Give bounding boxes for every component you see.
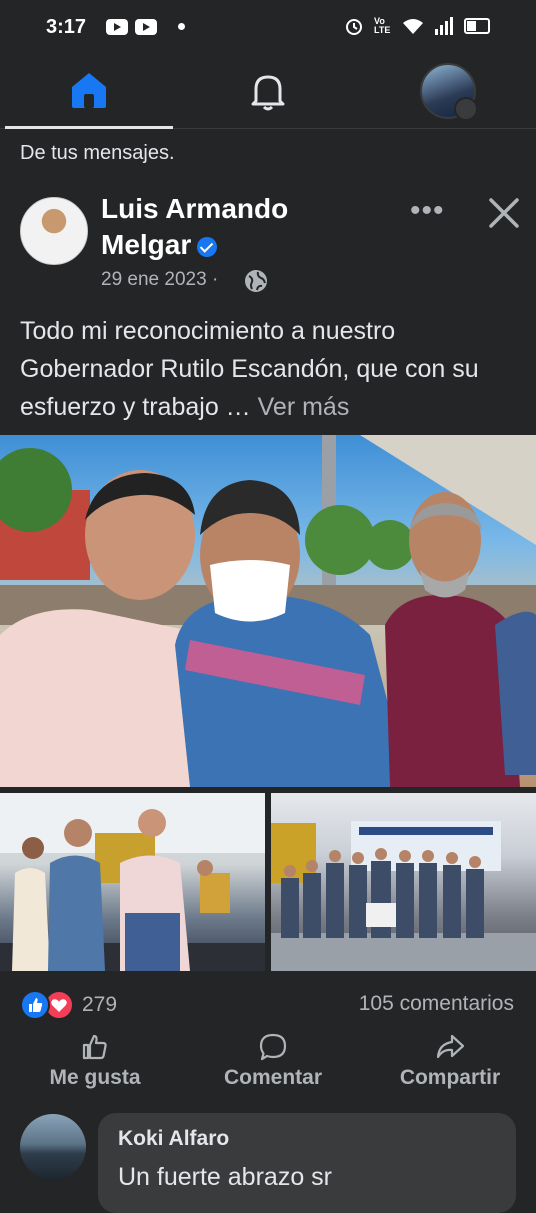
- post-date[interactable]: 29 ene 2023 ·: [101, 269, 218, 291]
- share-button[interactable]: Compartir: [380, 1030, 520, 1100]
- reaction-count: 279: [82, 993, 118, 1016]
- bell-icon: [251, 75, 285, 111]
- tab-home[interactable]: [5, 56, 173, 129]
- status-bar: 3:17 Vo LTE: [0, 0, 536, 56]
- share-arrow-icon: [436, 1034, 465, 1059]
- like-button[interactable]: Me gusta: [20, 1030, 170, 1100]
- home-icon: [72, 73, 106, 108]
- date-separator: ·: [211, 269, 219, 290]
- photo-illustration: [0, 793, 265, 971]
- post-body: Todo mi reconocimiento a nuestro Goberna…: [20, 317, 479, 421]
- post-date-text: 29 ene 2023: [101, 269, 207, 290]
- status-time: 3:17: [46, 16, 87, 38]
- share-label: Compartir: [399, 1066, 501, 1089]
- photo-illustration: [0, 435, 536, 787]
- cell-signal-icon: [435, 17, 453, 35]
- youtube-notification-icon: [106, 19, 128, 35]
- see-more-link[interactable]: Ver más: [258, 393, 350, 421]
- post-text: Todo mi reconocimiento a nuestro Goberna…: [20, 312, 520, 426]
- author-name: Luis Armando Melgar: [101, 193, 289, 260]
- commenter-avatar[interactable]: [20, 1114, 86, 1180]
- post-photo-2[interactable]: [0, 793, 265, 971]
- like-reaction-icon: [20, 990, 50, 1020]
- photo-illustration: [271, 821, 536, 971]
- comment-label: Comentar: [223, 1066, 323, 1089]
- battery-icon: [464, 18, 490, 34]
- thumbs-up-icon: [82, 1034, 107, 1060]
- comment-author[interactable]: Koki Alfaro: [118, 1127, 229, 1151]
- wifi-icon: [403, 19, 423, 34]
- more-options-button[interactable]: •••: [410, 196, 445, 226]
- post-photo-main[interactable]: [0, 435, 536, 787]
- post-action-bar: Me gusta Comentar Compartir: [0, 1030, 536, 1100]
- post-photo-3[interactable]: [271, 793, 536, 971]
- comment-bubble[interactable]: Koki Alfaro Un fuerte abrazo sr: [98, 1113, 516, 1213]
- alarm-icon: [346, 19, 362, 35]
- more-notifications-icon: [178, 23, 185, 30]
- tab-menu-profile[interactable]: [420, 63, 478, 121]
- top-nav: [0, 56, 536, 129]
- author-name-link[interactable]: Luis Armando Melgar: [101, 191, 331, 263]
- author-avatar[interactable]: [20, 197, 88, 265]
- reactions-summary[interactable]: 279: [20, 990, 117, 1020]
- close-icon[interactable]: [486, 195, 522, 231]
- verified-badge-icon: [197, 236, 218, 257]
- post-header: Luis Armando Melgar 29 ene 2023 · •••: [0, 185, 536, 295]
- menu-icon: [454, 97, 478, 121]
- comment-icon: [259, 1033, 287, 1061]
- tab-notifications[interactable]: [245, 68, 291, 114]
- feed-section-label: De tus mensajes.: [20, 142, 175, 164]
- comment-text: Un fuerte abrazo sr: [118, 1163, 332, 1191]
- status-icons: Vo LTE: [344, 16, 490, 36]
- youtube-notification-icon: [135, 19, 157, 35]
- like-label: Me gusta: [49, 1066, 141, 1089]
- comments-count-link[interactable]: 105 comentarios: [359, 992, 514, 1016]
- comment-button[interactable]: Comentar: [198, 1030, 348, 1100]
- globe-icon: [245, 270, 267, 292]
- volte-label: Vo LTE: [374, 16, 391, 35]
